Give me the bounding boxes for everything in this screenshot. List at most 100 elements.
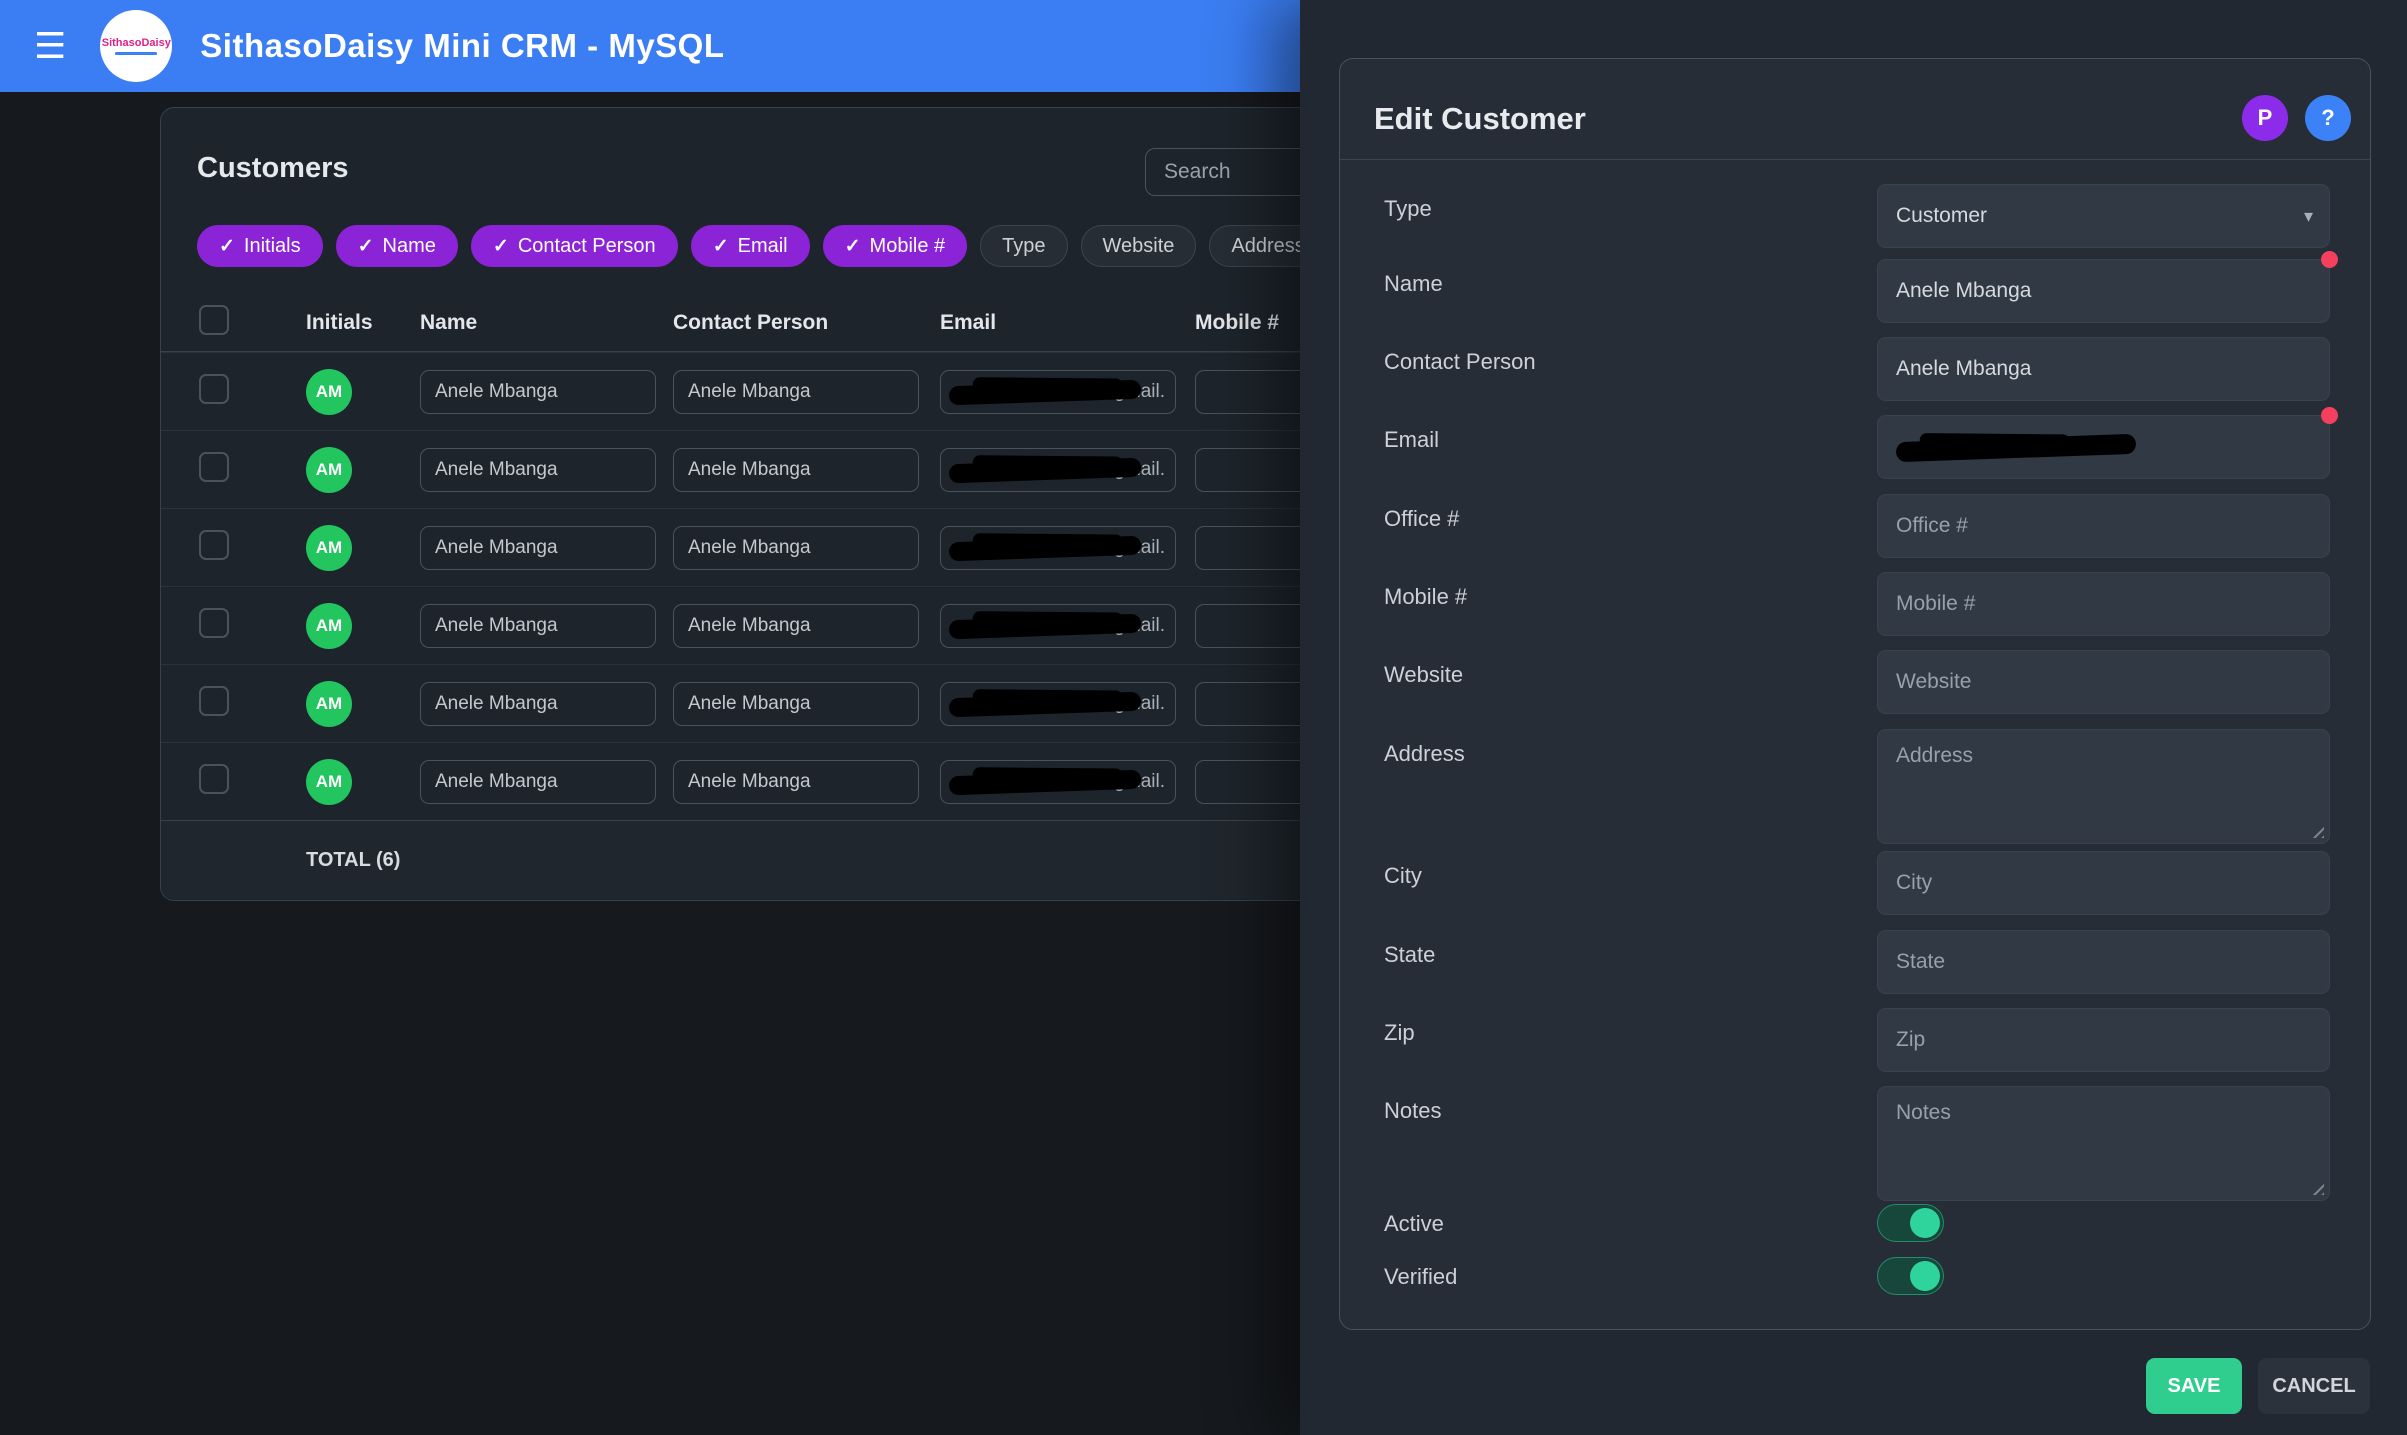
email-cell[interactable]: @gmail. bbox=[940, 526, 1176, 570]
email-cell[interactable]: @gmail. bbox=[940, 682, 1176, 726]
logo-underline bbox=[115, 52, 157, 55]
name-cell-text: Anele Mbanga bbox=[435, 537, 558, 559]
contact-person-input[interactable] bbox=[1877, 337, 2330, 401]
notes-textarea[interactable] bbox=[1877, 1086, 2330, 1201]
chevron-down-icon: ▾ bbox=[2304, 206, 2313, 227]
name-input[interactable] bbox=[1877, 259, 2330, 323]
filter-chip[interactable]: ✓ Email bbox=[691, 225, 810, 267]
col-name: Name bbox=[420, 311, 673, 335]
app-title: SithasoDaisy Mini CRM - MySQL bbox=[200, 27, 724, 65]
select-all-checkbox[interactable] bbox=[199, 305, 229, 335]
filter-chip[interactable]: ✓ Name bbox=[336, 225, 458, 267]
col-contact-person: Contact Person bbox=[673, 311, 940, 335]
filter-chip-label: Initials bbox=[244, 235, 301, 258]
type-select[interactable]: Customer ▾ bbox=[1877, 184, 2330, 248]
name-cell-text: Anele Mbanga bbox=[435, 693, 558, 715]
initials-avatar: AM bbox=[306, 525, 352, 571]
initials-avatar: AM bbox=[306, 759, 352, 805]
contact-cell-text: Anele Mbanga bbox=[688, 381, 811, 403]
filter-chip-label: Mobile # bbox=[870, 235, 946, 258]
filter-chip-label: Email bbox=[738, 235, 788, 258]
website-input[interactable] bbox=[1877, 650, 2330, 714]
verified-toggle[interactable] bbox=[1877, 1257, 1944, 1295]
col-initials: Initials bbox=[306, 311, 420, 335]
name-cell-text: Anele Mbanga bbox=[435, 381, 558, 403]
state-label: State bbox=[1384, 942, 1435, 968]
contact-person-cell[interactable]: Anele Mbanga bbox=[673, 370, 919, 414]
zip-label: Zip bbox=[1384, 1020, 1415, 1046]
contact-person-cell[interactable]: Anele Mbanga bbox=[673, 526, 919, 570]
office-input[interactable] bbox=[1877, 494, 2330, 558]
name-cell-text: Anele Mbanga bbox=[435, 615, 558, 637]
contact-cell-text: Anele Mbanga bbox=[688, 459, 811, 481]
contact-person-cell[interactable]: Anele Mbanga bbox=[673, 448, 919, 492]
row-checkbox[interactable] bbox=[199, 686, 229, 716]
active-toggle[interactable] bbox=[1877, 1204, 1944, 1242]
drawer-title: Edit Customer bbox=[1374, 101, 1586, 137]
zip-input[interactable] bbox=[1877, 1008, 2330, 1072]
name-cell[interactable]: Anele Mbanga bbox=[420, 760, 656, 804]
mobile-input[interactable] bbox=[1877, 572, 2330, 636]
check-icon: ✓ bbox=[493, 235, 509, 258]
contact-cell-text: Anele Mbanga bbox=[688, 771, 811, 793]
filter-chip[interactable]: ✓ Initials bbox=[197, 225, 323, 267]
contact-cell-text: Anele Mbanga bbox=[688, 693, 811, 715]
check-icon: ✓ bbox=[845, 235, 861, 258]
initials-avatar: AM bbox=[306, 603, 352, 649]
check-icon: ✓ bbox=[219, 235, 235, 258]
hamburger-menu-icon[interactable]: ☰ bbox=[28, 27, 72, 65]
check-icon: ✓ bbox=[713, 235, 729, 258]
notes-label: Notes bbox=[1384, 1098, 1441, 1124]
cancel-button[interactable]: CANCEL bbox=[2258, 1358, 2370, 1414]
filter-chip-label: Name bbox=[383, 235, 436, 258]
office-label: Office # bbox=[1384, 506, 1459, 532]
name-cell[interactable]: Anele Mbanga bbox=[420, 448, 656, 492]
filter-chip[interactable]: ✓ Type bbox=[980, 225, 1067, 267]
contact-person-cell[interactable]: Anele Mbanga bbox=[673, 604, 919, 648]
state-input[interactable] bbox=[1877, 930, 2330, 994]
save-button[interactable]: SAVE bbox=[2146, 1358, 2242, 1414]
name-cell-text: Anele Mbanga bbox=[435, 459, 558, 481]
type-label: Type bbox=[1384, 196, 1432, 222]
verified-label: Verified bbox=[1384, 1264, 1457, 1290]
mobile-label: Mobile # bbox=[1384, 584, 1467, 610]
email-input[interactable] bbox=[1877, 415, 2330, 479]
row-checkbox[interactable] bbox=[199, 530, 229, 560]
email-label: Email bbox=[1384, 427, 1439, 453]
row-checkbox[interactable] bbox=[199, 374, 229, 404]
initials-avatar: AM bbox=[306, 681, 352, 727]
edit-customer-panel: Edit Customer P ? Type Customer ▾ Name C… bbox=[1339, 58, 2371, 1330]
help-button[interactable]: ? bbox=[2305, 95, 2351, 141]
email-cell[interactable]: @gmail. bbox=[940, 448, 1176, 492]
filter-chip-label: Contact Person bbox=[518, 235, 656, 258]
email-cell[interactable]: @gmail. bbox=[940, 370, 1176, 414]
email-cell[interactable]: @gmail. bbox=[940, 760, 1176, 804]
filter-chip[interactable]: ✓ Contact Person bbox=[471, 225, 678, 267]
row-checkbox[interactable] bbox=[199, 452, 229, 482]
initials-avatar: AM bbox=[306, 447, 352, 493]
toggle-knob bbox=[1910, 1208, 1940, 1238]
logo-text: SithasoDaisy bbox=[102, 37, 171, 49]
customers-title: Customers bbox=[197, 152, 349, 185]
col-email: Email bbox=[940, 311, 1195, 335]
contact-person-cell[interactable]: Anele Mbanga bbox=[673, 760, 919, 804]
filter-chip-label: Website bbox=[1103, 235, 1175, 258]
filter-chip[interactable]: ✓ Website bbox=[1081, 225, 1197, 267]
contact-person-cell[interactable]: Anele Mbanga bbox=[673, 682, 919, 726]
name-cell[interactable]: Anele Mbanga bbox=[420, 370, 656, 414]
name-cell[interactable]: Anele Mbanga bbox=[420, 604, 656, 648]
address-textarea[interactable] bbox=[1877, 729, 2330, 844]
toggle-knob bbox=[1910, 1261, 1940, 1291]
row-checkbox[interactable] bbox=[199, 764, 229, 794]
row-checkbox[interactable] bbox=[199, 608, 229, 638]
name-cell-text: Anele Mbanga bbox=[435, 771, 558, 793]
city-input[interactable] bbox=[1877, 851, 2330, 915]
filter-chip[interactable]: ✓ Mobile # bbox=[823, 225, 968, 267]
name-cell[interactable]: Anele Mbanga bbox=[420, 526, 656, 570]
paypal-button[interactable]: P bbox=[2242, 95, 2288, 141]
check-icon: ✓ bbox=[358, 235, 374, 258]
name-cell[interactable]: Anele Mbanga bbox=[420, 682, 656, 726]
type-selected-value: Customer bbox=[1896, 204, 1987, 228]
initials-avatar: AM bbox=[306, 369, 352, 415]
email-cell[interactable]: @gmail. bbox=[940, 604, 1176, 648]
